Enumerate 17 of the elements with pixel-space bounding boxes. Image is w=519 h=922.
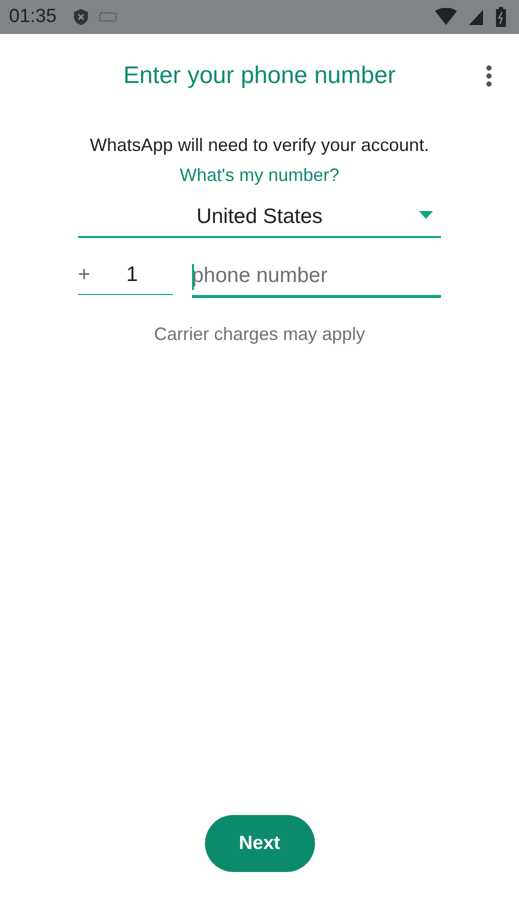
- carrier-note: Carrier charges may apply: [152, 324, 366, 345]
- more-options-icon[interactable]: [485, 64, 493, 88]
- intro-text: WhatsApp will need to verify your account. What's my number?: [88, 134, 430, 187]
- signal-icon: [467, 8, 485, 26]
- plus-sign: +: [78, 263, 90, 287]
- next-button[interactable]: Next: [204, 815, 314, 872]
- page-title: Enter your phone number: [123, 62, 396, 90]
- battery-icon: [495, 6, 507, 28]
- country-code-field[interactable]: + 1: [78, 256, 173, 295]
- caret-icon: [419, 211, 433, 219]
- country-code: 1: [126, 263, 138, 287]
- keyboard-icon: [98, 11, 117, 23]
- wifi-icon: [435, 8, 457, 26]
- whats-my-number-link[interactable]: What's my number?: [180, 165, 340, 185]
- shield-icon: [72, 8, 89, 26]
- status-time: 01:35: [9, 6, 57, 28]
- country-dropdown[interactable]: United States: [78, 198, 441, 238]
